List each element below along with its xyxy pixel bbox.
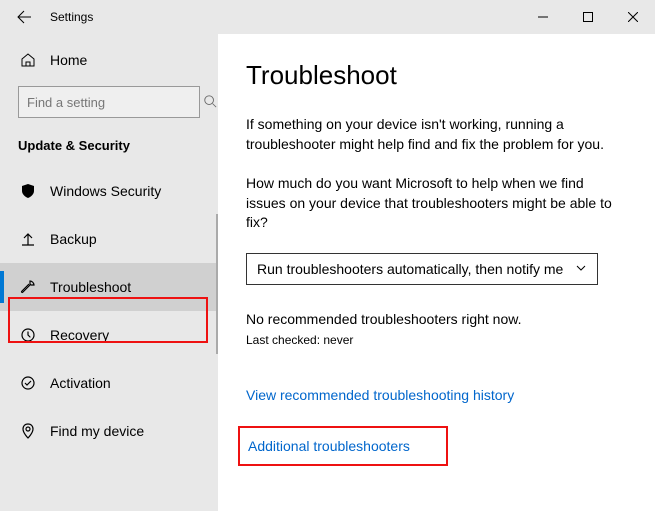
sidebar-item-label: Find my device	[50, 423, 144, 439]
sidebar-section-header: Update & Security	[0, 132, 218, 167]
search-box[interactable]	[18, 86, 200, 118]
chevron-down-icon	[575, 261, 587, 277]
home-icon	[20, 52, 36, 68]
recovery-icon	[20, 327, 36, 343]
shield-icon	[20, 183, 36, 199]
maximize-icon	[583, 12, 593, 22]
dropdown-value: Run troubleshooters automatically, then …	[257, 261, 563, 277]
sidebar-item-find-my-device[interactable]: Find my device	[0, 407, 218, 455]
link-troubleshooting-history[interactable]: View recommended troubleshooting history	[246, 387, 627, 403]
minimize-button[interactable]	[520, 0, 565, 34]
last-checked-text: Last checked: never	[246, 333, 627, 347]
maximize-button[interactable]	[565, 0, 610, 34]
sidebar-item-activation[interactable]: Activation	[0, 359, 218, 407]
sidebar-item-windows-security[interactable]: Windows Security	[0, 167, 218, 215]
page-title: Troubleshoot	[246, 60, 627, 91]
sidebar-item-label: Troubleshoot	[50, 279, 131, 295]
close-button[interactable]	[610, 0, 655, 34]
find-icon	[20, 423, 36, 439]
sidebar-item-label: Backup	[50, 231, 97, 247]
sidebar-item-label: Activation	[50, 375, 111, 391]
back-button[interactable]	[0, 0, 48, 34]
back-arrow-icon	[16, 9, 32, 25]
minimize-icon	[538, 12, 548, 22]
sidebar-item-label: Recovery	[50, 327, 109, 343]
content-area: Troubleshoot If something on your device…	[218, 34, 655, 511]
annotation-highlight-link: Additional troubleshooters	[238, 426, 448, 466]
intro-paragraph: If something on your device isn't workin…	[246, 115, 627, 154]
question-paragraph: How much do you want Microsoft to help w…	[246, 174, 627, 233]
search-input[interactable]	[27, 95, 203, 110]
wrench-icon	[20, 279, 36, 295]
titlebar: Settings	[0, 0, 655, 34]
sidebar-item-home[interactable]: Home	[0, 40, 218, 80]
sidebar-item-recovery[interactable]: Recovery	[0, 311, 218, 359]
sidebar-item-troubleshoot[interactable]: Troubleshoot	[0, 263, 218, 311]
activation-icon	[20, 375, 36, 391]
sidebar-item-backup[interactable]: Backup	[0, 215, 218, 263]
app-title: Settings	[50, 10, 93, 24]
close-icon	[628, 12, 638, 22]
troubleshooter-preference-dropdown[interactable]: Run troubleshooters automatically, then …	[246, 253, 598, 285]
status-text: No recommended troubleshooters right now…	[246, 311, 627, 327]
search-icon	[203, 94, 217, 111]
backup-icon	[20, 231, 36, 247]
sidebar: Home Update & Security Windows Security …	[0, 34, 218, 511]
sidebar-item-label: Windows Security	[50, 183, 161, 199]
link-additional-troubleshooters[interactable]: Additional troubleshooters	[248, 438, 410, 454]
home-label: Home	[50, 52, 87, 68]
